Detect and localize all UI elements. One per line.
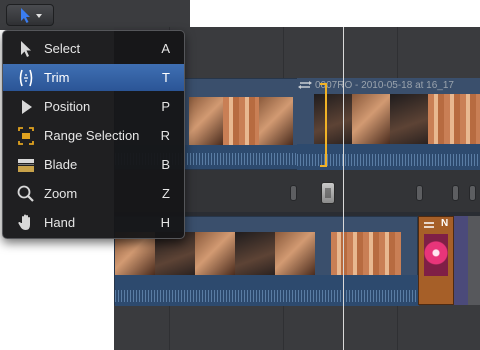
purple-clip[interactable]	[454, 216, 468, 305]
menu-item-label: Zoom	[44, 186, 78, 201]
menu-item-select[interactable]: Select A	[3, 35, 184, 62]
video-thumbnail	[235, 232, 275, 275]
menu-item-blade[interactable]: Blade B	[3, 151, 184, 178]
menu-item-shortcut: T	[162, 70, 170, 85]
arrow-icon	[21, 41, 31, 57]
toolbar	[0, 0, 190, 30]
skimmer-handle[interactable]	[321, 182, 335, 204]
trim-edit-point[interactable]	[320, 83, 327, 167]
menu-item-shortcut: Z	[162, 186, 170, 201]
caret-down-icon	[36, 14, 42, 18]
blade-icon	[18, 159, 34, 172]
flower-thumbnail	[424, 234, 448, 276]
trim-icon	[19, 69, 33, 87]
audio-waveform	[115, 290, 419, 302]
connection-marker[interactable]	[469, 185, 476, 201]
connection-marker[interactable]	[290, 185, 297, 201]
tool-selector-button[interactable]	[6, 4, 54, 26]
menu-item-position[interactable]: Position P	[3, 93, 184, 120]
menu-item-label: Trim	[44, 70, 70, 85]
position-arrow-icon	[22, 100, 32, 114]
clip-title: 0007RO - 2010-05-18 at 16_17	[315, 80, 454, 91]
video-thumbnail	[390, 94, 428, 144]
video-thumbnail	[352, 94, 390, 144]
menu-item-label: Blade	[44, 157, 78, 172]
menu-item-label: Range Selection	[44, 128, 140, 143]
clip-label: N	[441, 218, 449, 229]
magnifier-icon	[17, 185, 34, 202]
range-selection-icon	[18, 127, 34, 145]
menu-item-shortcut: R	[160, 128, 170, 143]
menu-item-shortcut: H	[160, 215, 170, 230]
video-thumbnail	[259, 97, 293, 145]
menu-item-zoom[interactable]: Zoom Z	[3, 180, 184, 207]
menu-item-shortcut: P	[161, 99, 170, 114]
menu-item-trim[interactable]: Trim T	[3, 64, 184, 91]
menu-item-label: Hand	[44, 215, 76, 230]
video-thumbnail	[189, 97, 223, 145]
arrow-select-icon	[21, 8, 42, 23]
connection-marker[interactable]	[452, 185, 459, 201]
grip-icon	[325, 188, 331, 198]
hand-icon	[18, 214, 30, 230]
orange-clip[interactable]: N	[418, 216, 454, 305]
connection-marker[interactable]	[416, 185, 423, 201]
audio-waveform-area	[115, 275, 419, 306]
tools-menu: Select A Trim T Position P Range Selecti…	[2, 30, 185, 239]
clip-menu-icon	[298, 81, 312, 89]
menu-item-label: Select	[44, 41, 81, 56]
menu-item-shortcut: A	[161, 41, 170, 56]
menu-item-range-selection[interactable]: Range Selection R	[3, 122, 184, 149]
video-thumbnail	[428, 94, 480, 144]
gray-clip[interactable]	[468, 216, 480, 305]
clip-menu-icon	[424, 222, 434, 228]
playhead[interactable]	[343, 27, 344, 350]
menu-item-hand[interactable]: Hand H	[3, 209, 184, 236]
video-thumbnail	[223, 97, 259, 145]
video-thumbnail	[331, 232, 401, 275]
video-thumbnail	[195, 232, 235, 275]
video-thumbnail	[275, 232, 315, 275]
menu-item-label: Position	[44, 99, 91, 114]
menu-item-shortcut: B	[161, 157, 170, 172]
